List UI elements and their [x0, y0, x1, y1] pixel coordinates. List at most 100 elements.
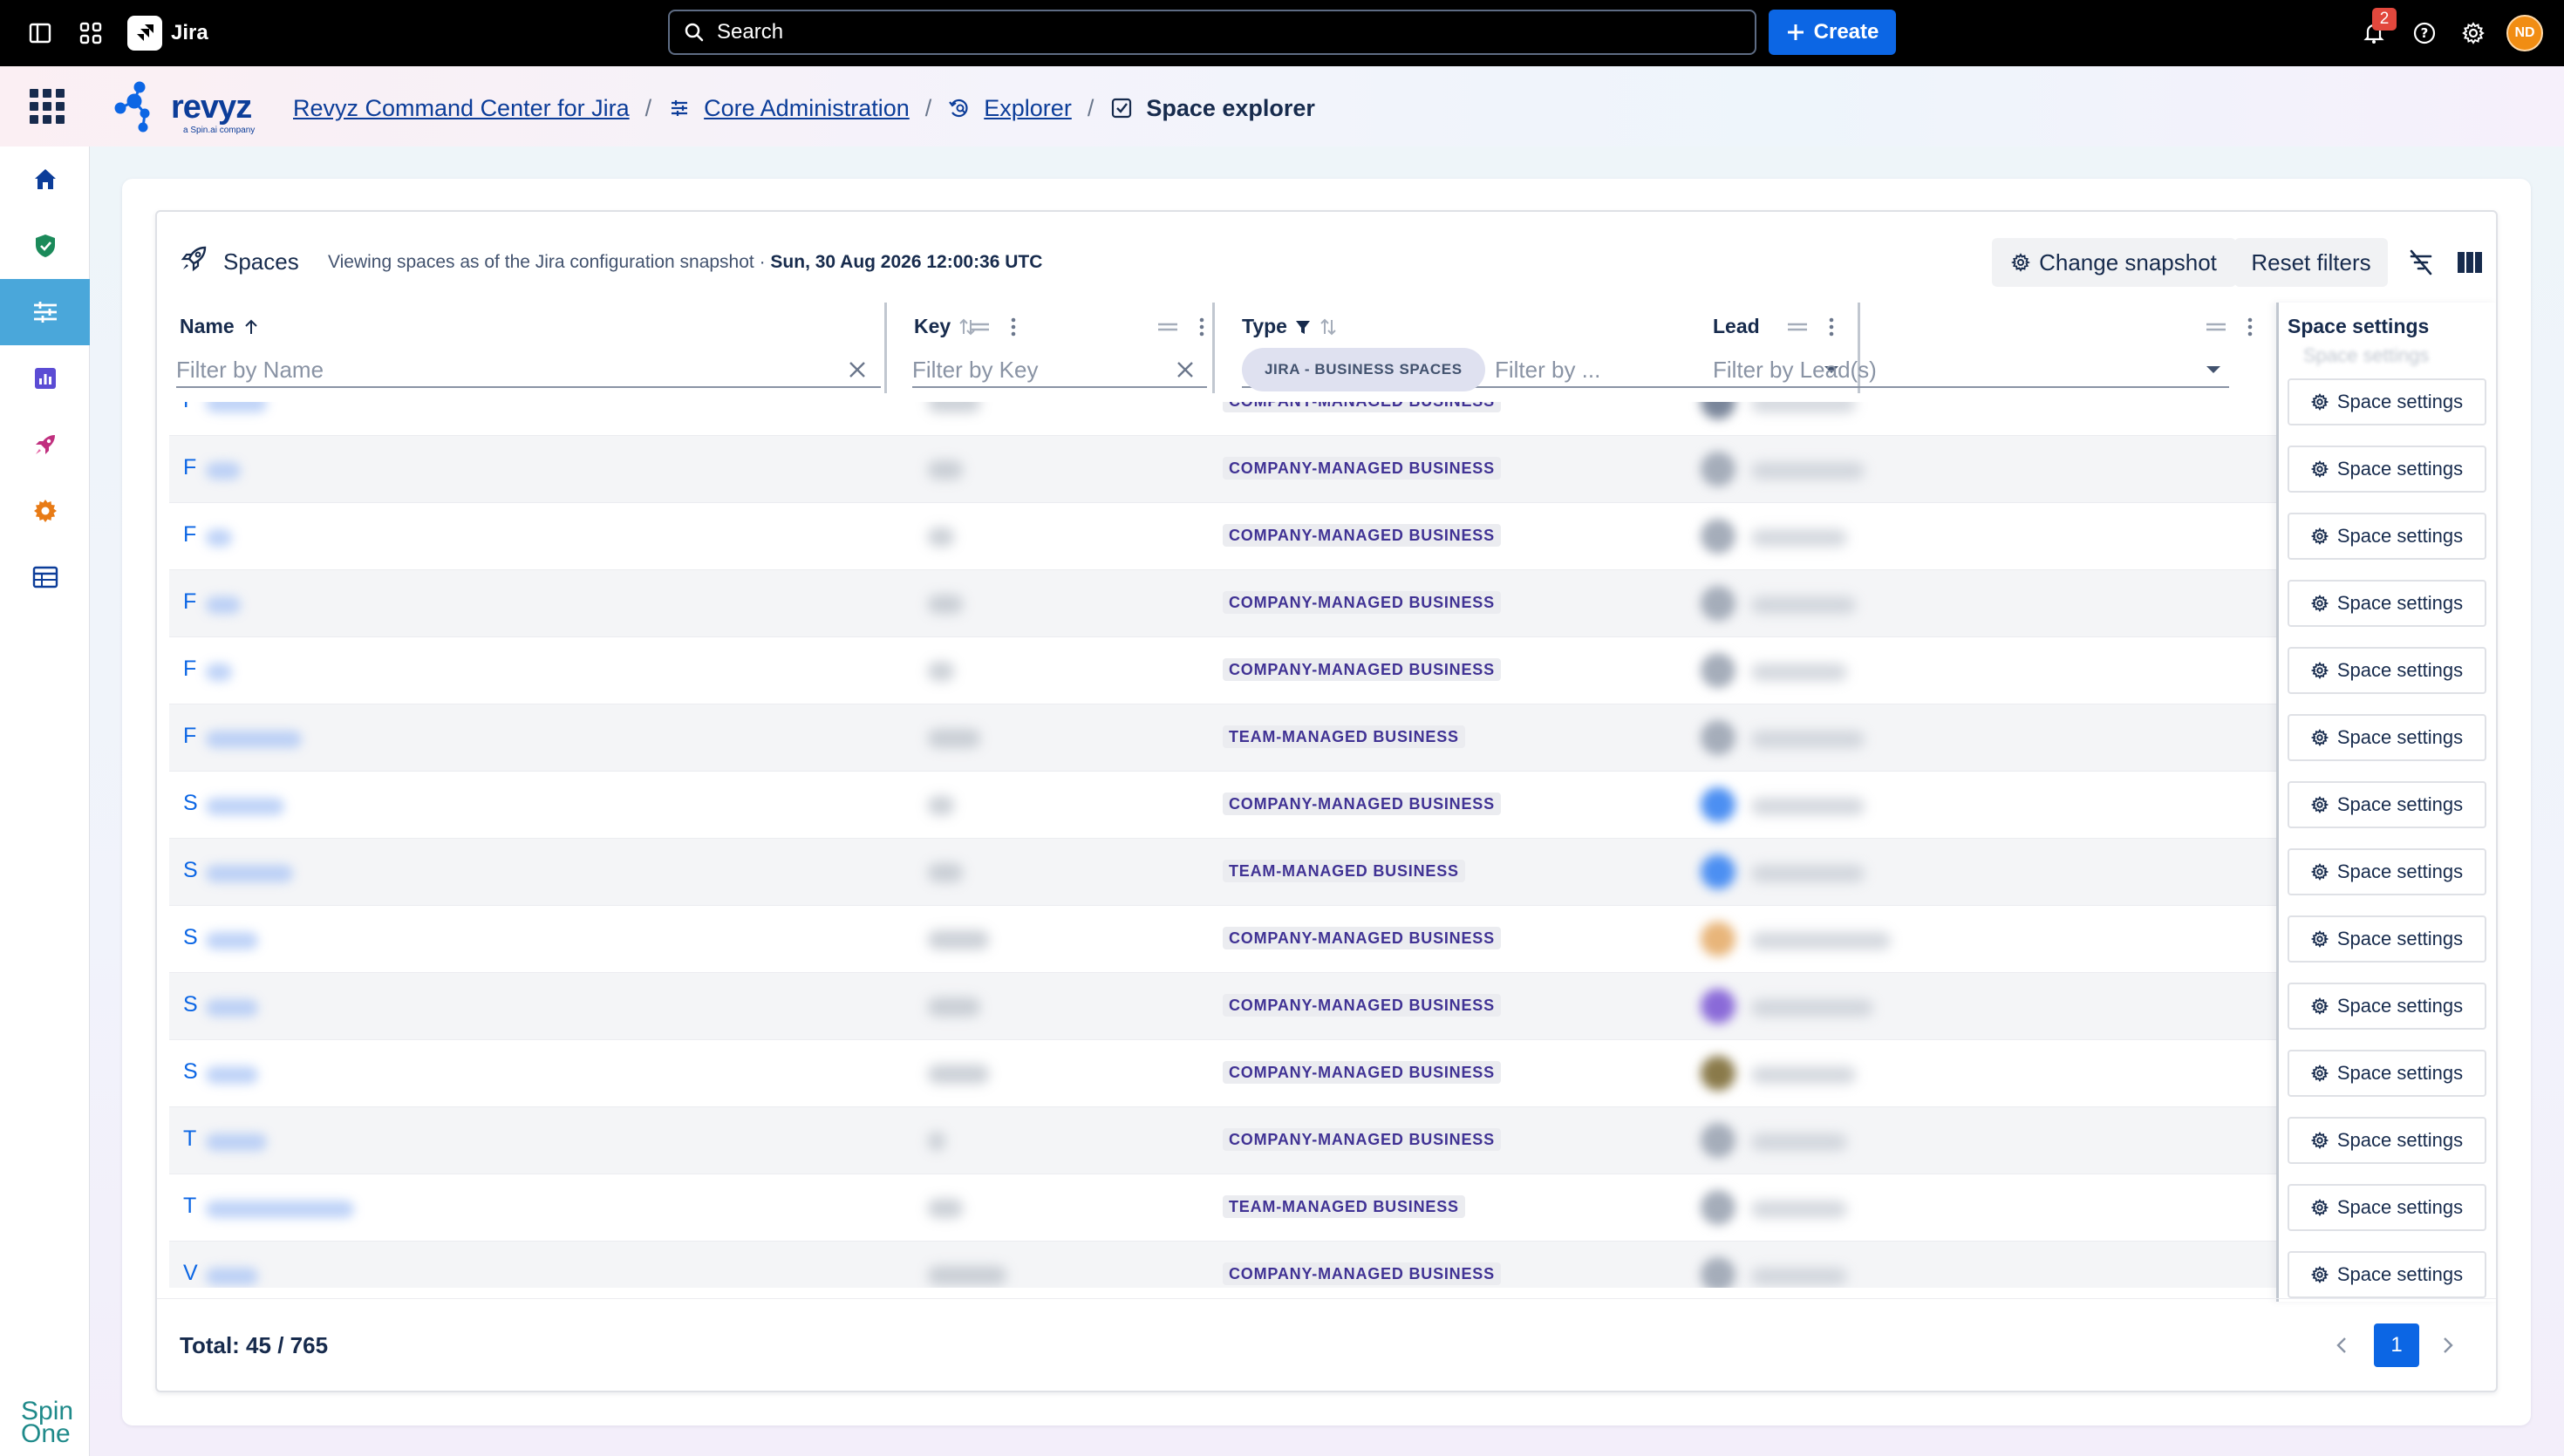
sidebar-item-spaces[interactable] [0, 412, 90, 478]
filter-funnel-icon[interactable] [1294, 318, 1312, 336]
column-title-name[interactable]: Name [180, 315, 261, 338]
space-settings-button[interactable]: Space settings [2288, 513, 2486, 560]
jira-logo-icon[interactable] [127, 16, 162, 51]
space-name-redacted[interactable] [206, 731, 302, 748]
sort-icon[interactable] [958, 317, 977, 337]
space-settings-button[interactable]: Space settings [2288, 1251, 2486, 1298]
space-name-link[interactable]: F [183, 589, 196, 615]
space-name-link[interactable]: F [183, 724, 196, 749]
type-filter-chip[interactable]: JIRA - BUSINESS SPACES [1242, 348, 1485, 391]
clear-icon[interactable] [848, 360, 867, 379]
space-name-redacted[interactable] [206, 1133, 267, 1151]
column-title-type[interactable]: Type [1242, 315, 1338, 338]
column-menu-lead [2205, 316, 2254, 337]
space-settings-button[interactable]: Space settings [2288, 714, 2486, 761]
space-settings-label: Space settings [2336, 861, 2464, 882]
next-page-icon[interactable] [2435, 1332, 2461, 1358]
more-vertical-icon[interactable] [1198, 316, 1205, 337]
clear-icon[interactable] [1176, 360, 1195, 379]
clear-filter-icon[interactable] [2404, 245, 2438, 280]
space-settings-button[interactable]: Space settings [2288, 580, 2486, 627]
breadcrumb-revyz-command-center[interactable]: Revyz Command Center for Jira [293, 95, 630, 122]
space-key-redacted [928, 662, 954, 681]
revyz-logo[interactable]: revyz a Spin.ai company [110, 78, 267, 136]
breadcrumb-core-administration[interactable]: Core Administration [704, 95, 910, 122]
space-settings-button[interactable]: Space settings [2288, 647, 2486, 694]
space-name-link[interactable]: S [183, 858, 198, 883]
space-name-redacted[interactable] [206, 865, 293, 882]
reset-filters-button[interactable]: Reset filters [2234, 238, 2388, 287]
lead-name-redacted [1751, 731, 1865, 748]
sidebar-item-home[interactable] [0, 146, 90, 213]
jira-app-name[interactable]: Jira [171, 19, 208, 47]
space-name-redacted[interactable] [206, 798, 284, 815]
column-resize-handle[interactable] [884, 303, 887, 393]
column-title-lead[interactable]: Lead [1713, 315, 1760, 338]
column-title-key[interactable]: Key [914, 315, 977, 338]
space-settings-button[interactable]: Space settings [2288, 781, 2486, 828]
sort-icon[interactable] [1319, 317, 1338, 337]
space-name-redacted[interactable] [206, 402, 267, 412]
gear-icon [2011, 253, 2031, 272]
sidebar-item-security[interactable] [0, 213, 90, 279]
space-settings-button[interactable]: Space settings [2288, 1050, 2486, 1097]
space-key-redacted [928, 796, 954, 815]
sidebar-item-tables[interactable] [0, 544, 90, 610]
global-search-input[interactable]: Search [668, 10, 1756, 55]
space-name-redacted[interactable] [206, 999, 258, 1017]
app-menu-grid-icon[interactable] [30, 89, 65, 124]
space-name-redacted[interactable] [206, 932, 258, 949]
space-settings-button[interactable]: Space settings [2288, 1117, 2486, 1164]
create-button[interactable]: Create [1769, 10, 1896, 55]
breadcrumb-explorer[interactable]: Explorer [984, 95, 1072, 122]
chevron-down-icon[interactable] [2205, 364, 2222, 375]
help-icon[interactable]: ? [2411, 19, 2438, 47]
space-name-redacted[interactable] [206, 663, 232, 681]
space-settings-button[interactable]: Space settings [2288, 915, 2486, 963]
previous-page-icon[interactable] [2329, 1332, 2355, 1358]
space-name-redacted[interactable] [206, 1201, 354, 1218]
space-name-redacted[interactable] [206, 1268, 258, 1285]
space-name-redacted[interactable] [206, 529, 232, 547]
space-settings-button[interactable]: Space settings [2288, 1184, 2486, 1231]
column-resize-handle[interactable] [1212, 303, 1215, 393]
user-avatar[interactable]: ND [2506, 15, 2543, 51]
change-snapshot-button[interactable]: Change snapshot [1992, 238, 2236, 287]
space-name-link[interactable]: F [183, 455, 196, 480]
sort-ascending-icon[interactable] [242, 317, 261, 337]
space-name-link[interactable]: F [183, 402, 196, 413]
space-name-redacted[interactable] [206, 596, 241, 614]
space-name-link[interactable]: V [183, 1261, 198, 1286]
space-settings-button[interactable]: Space settings [2288, 848, 2486, 895]
page-button-current[interactable]: 1 [2374, 1323, 2419, 1367]
more-vertical-icon[interactable] [2247, 316, 2254, 337]
drag-handle-icon[interactable] [2205, 321, 2227, 333]
drag-handle-icon[interactable] [1156, 321, 1179, 333]
space-settings-label: Space settings [2336, 1263, 2464, 1285]
sidebar-toggle-icon[interactable] [26, 19, 54, 47]
space-name-redacted[interactable] [206, 462, 241, 480]
spin-one-logo[interactable]: Spin One [21, 1398, 73, 1447]
lead-filter-select[interactable]: Filter by Lead(s) [1713, 353, 2229, 388]
space-name-redacted[interactable] [206, 1066, 258, 1084]
space-name-link[interactable]: S [183, 925, 198, 950]
space-name-link[interactable]: F [183, 657, 196, 682]
space-settings-button[interactable]: Space settings [2288, 378, 2486, 425]
space-settings-button[interactable]: Space settings [2288, 446, 2486, 493]
space-name-link[interactable]: T [183, 1126, 196, 1152]
sidebar-item-core-administration[interactable] [0, 279, 90, 345]
app-switcher-icon[interactable] [77, 19, 105, 47]
settings-gear-icon[interactable] [2459, 19, 2487, 47]
columns-icon[interactable] [2452, 245, 2487, 280]
space-name-link[interactable]: F [183, 522, 196, 548]
space-name-link[interactable]: S [183, 992, 198, 1017]
sidebar-item-settings[interactable] [0, 478, 90, 544]
space-settings-button[interactable]: Space settings [2288, 983, 2486, 1030]
sidebar-item-reports[interactable] [0, 345, 90, 412]
space-name-link[interactable]: T [183, 1194, 196, 1219]
space-name-link[interactable]: S [183, 1059, 198, 1085]
name-filter-input[interactable]: Filter by Name [176, 353, 881, 388]
space-name-link[interactable]: S [183, 791, 198, 816]
gear-icon [2310, 1132, 2329, 1149]
key-filter-input[interactable]: Filter by Key [912, 353, 1207, 388]
